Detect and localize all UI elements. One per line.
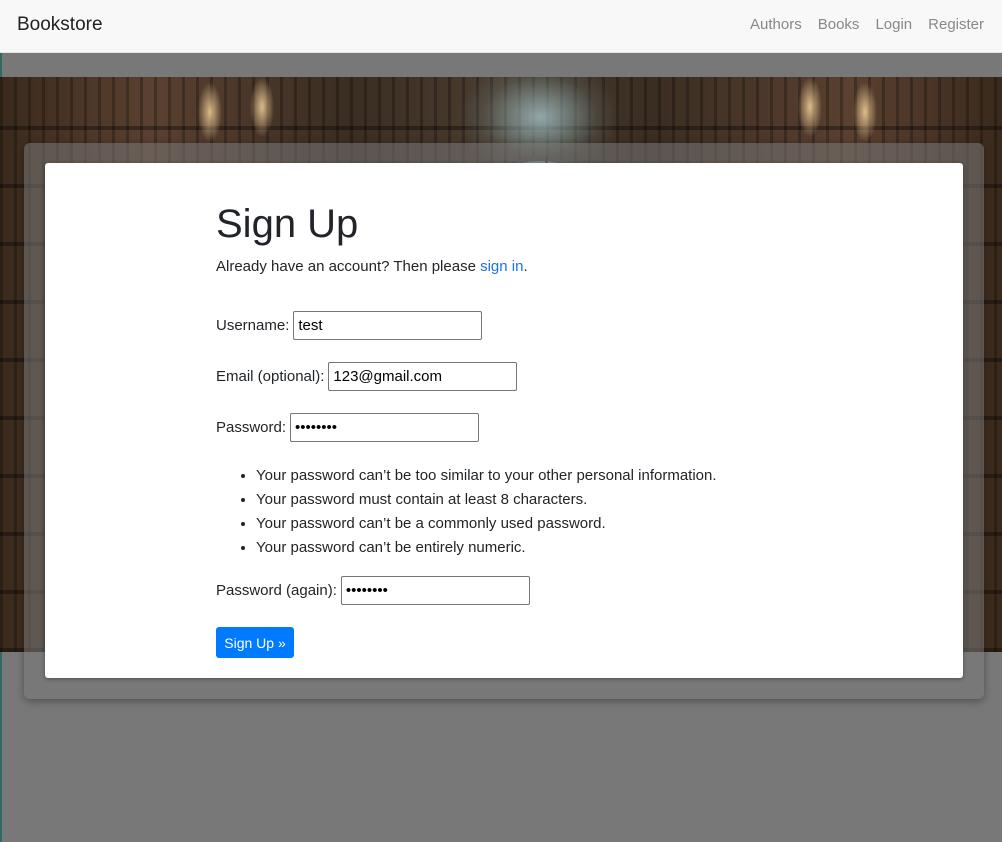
navbar: Bookstore Authors Books Login Register bbox=[0, 0, 1002, 53]
email-input[interactable] bbox=[328, 362, 518, 391]
password-help-item: Your password can’t be too similar to yo… bbox=[256, 464, 717, 488]
nav-link-register[interactable]: Register bbox=[928, 16, 984, 33]
signin-prompt: Already have an account? Then please sig… bbox=[216, 258, 528, 275]
signin-prompt-text: Already have an account? Then please bbox=[216, 258, 481, 275]
username-input[interactable] bbox=[293, 311, 483, 340]
password-row: Password: bbox=[216, 413, 480, 442]
signup-form: Sign Up Already have an account? Then pl… bbox=[216, 200, 836, 658]
nav-link-authors[interactable]: Authors bbox=[750, 16, 802, 33]
signup-submit-button[interactable]: Sign Up » bbox=[216, 627, 294, 658]
email-label: Email (optional): bbox=[216, 368, 325, 385]
password-again-label: Password (again): bbox=[216, 582, 337, 599]
password-help-item: Your password can’t be a commonly used p… bbox=[256, 512, 717, 536]
signin-prompt-end: . bbox=[523, 258, 528, 275]
username-row: Username: bbox=[216, 311, 483, 340]
page-title: Sign Up bbox=[216, 202, 359, 246]
password-help-list: Your password can’t be too similar to yo… bbox=[216, 464, 717, 560]
brand-link[interactable]: Bookstore bbox=[17, 14, 103, 36]
password-help-item: Your password can’t be entirely numeric. bbox=[256, 536, 717, 560]
password-help-item: Your password must contain at least 8 ch… bbox=[256, 488, 717, 512]
signin-link[interactable]: sign in bbox=[480, 258, 523, 275]
email-row: Email (optional): bbox=[216, 362, 518, 391]
nav-links: Authors Books Login Register bbox=[750, 16, 984, 33]
password-label: Password: bbox=[216, 419, 287, 436]
password-again-input[interactable] bbox=[340, 576, 530, 605]
password-again-row: Password (again): bbox=[216, 576, 530, 605]
password-input[interactable] bbox=[290, 413, 480, 442]
nav-link-books[interactable]: Books bbox=[818, 16, 860, 33]
username-label: Username: bbox=[216, 317, 290, 334]
nav-link-login[interactable]: Login bbox=[875, 16, 912, 33]
